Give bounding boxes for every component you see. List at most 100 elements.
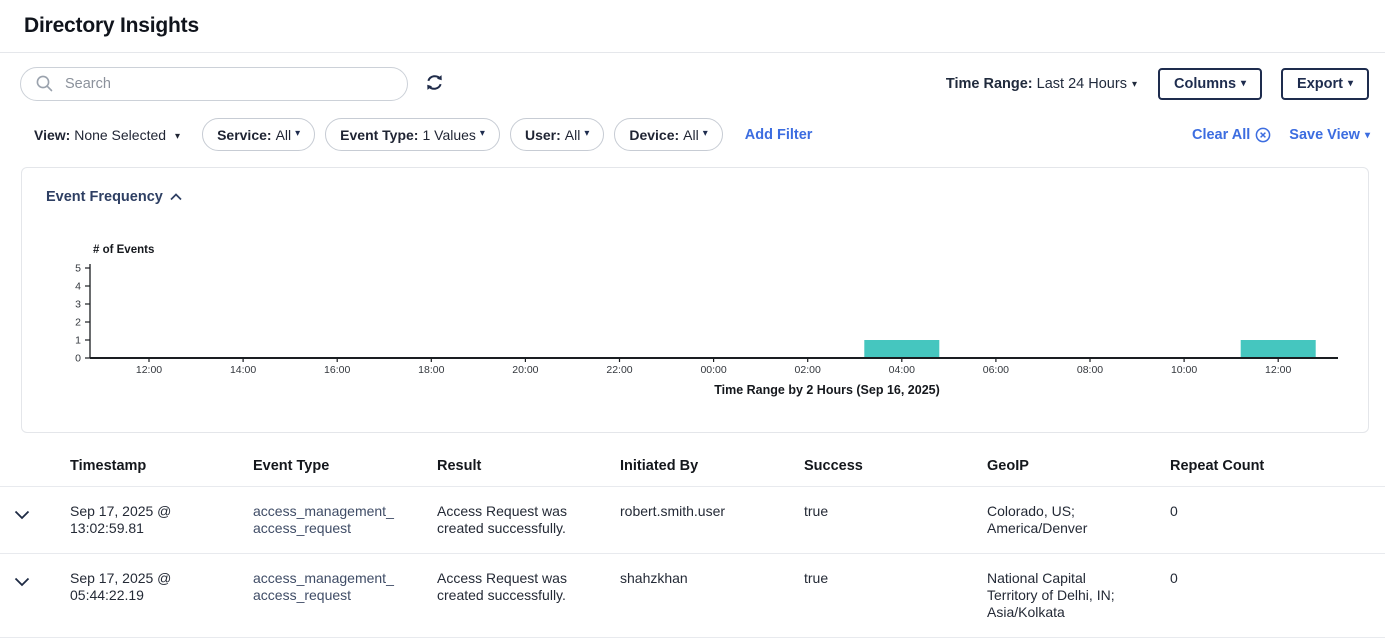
cell-result: Access Request was created successfully. [437,554,620,638]
svg-text:22:00: 22:00 [606,364,632,376]
circle-x-icon [1255,127,1271,143]
column-header-initiated-by: Initiated By [620,446,804,487]
svg-text:04:00: 04:00 [889,364,915,376]
filter-bar: View: None Selected▾ Service: All▾ Event… [0,101,1385,151]
save-view-label: Save View [1289,127,1360,143]
chevron-down-icon: ▾ [584,128,589,139]
column-header-success: Success [804,446,987,487]
svg-text:10:00: 10:00 [1171,364,1197,376]
filter-bar-right: Clear All Save View ▾ [1192,127,1370,143]
events-table: TimestampEvent TypeResultInitiated BySuc… [0,446,1385,638]
filter-pill-device[interactable]: Device: All▾ [614,118,722,151]
event-frequency-panel: Event Frequency # of Events 0 1 2 3 4 5 12:00 1… [21,167,1369,433]
clear-all-label: Clear All [1192,127,1250,143]
table-header-row: TimestampEvent TypeResultInitiated BySuc… [0,446,1385,487]
cell-event-type: access_management_ access_request [253,487,437,554]
toolbar: Time Range: Last 24 Hours▾ Columns▾ Expo… [0,53,1385,101]
cell-repeat-count: 0 [1170,487,1385,554]
chevron-down-icon: ▾ [1365,130,1370,141]
svg-text:5: 5 [75,263,81,275]
time-range-label: Time Range: [946,76,1033,92]
svg-text:18:00: 18:00 [418,364,444,376]
svg-text:16:00: 16:00 [324,364,350,376]
cell-repeat-count: 0 [1170,554,1385,638]
chevron-down-icon: ▾ [703,128,708,139]
cell-event-type: access_management_ access_request [253,554,437,638]
chevron-up-icon [170,193,182,201]
svg-text:02:00: 02:00 [795,364,821,376]
refresh-button[interactable] [421,69,448,99]
cell-geoip: Colorado, US; America/Denver [987,487,1170,554]
svg-text:1: 1 [75,335,81,347]
chevron-down-icon: ▾ [175,131,180,142]
column-header-event-type: Event Type [253,446,437,487]
column-header-result: Result [437,446,620,487]
save-view-dropdown[interactable]: Save View ▾ [1289,127,1370,143]
time-range-value: Last 24 Hours [1037,76,1127,92]
chart-y-axis-label: # of Events [93,244,154,256]
row-expand-chevron-icon[interactable] [14,510,30,520]
search-input[interactable] [20,67,408,101]
cell-initiated-by: shahzkhan [620,554,804,638]
columns-button[interactable]: Columns▾ [1158,68,1262,100]
view-value: None Selected [74,127,166,143]
add-filter-link[interactable]: Add Filter [745,127,813,143]
table-row: Sep 17, 2025 @ 05:44:22.19access_managem… [0,554,1385,638]
chevron-down-icon: ▾ [295,128,300,139]
event-frequency-title: Event Frequency [46,189,163,205]
svg-text:0: 0 [75,353,81,365]
svg-text:08:00: 08:00 [1077,364,1103,376]
svg-text:2: 2 [75,317,81,329]
table-row: Sep 17, 2025 @ 13:02:59.81access_managem… [0,487,1385,554]
filter-pill-label: Event Type: [340,127,418,143]
column-header-repeat-count: Repeat Count [1170,446,1385,487]
svg-text:4: 4 [75,281,81,293]
svg-text:3: 3 [75,299,81,311]
view-label: View: [34,127,70,143]
cell-timestamp: Sep 17, 2025 @ 13:02:59.81 [70,487,253,554]
filter-pill-value: 1 Values [422,127,475,143]
filter-pill-event-type[interactable]: Event Type: 1 Values▾ [325,118,500,151]
svg-text:12:00: 12:00 [136,364,162,376]
cell-success: true [804,554,987,638]
column-header-geoip: GeoIP [987,446,1170,487]
time-range-dropdown[interactable]: Time Range: Last 24 Hours ▾ [946,76,1137,92]
export-button[interactable]: Export ▾ [1281,68,1369,100]
filter-pill-label: Service: [217,127,271,143]
toolbar-right: Time Range: Last 24 Hours▾ Columns▾ Expo… [946,68,1369,100]
cell-timestamp: Sep 17, 2025 @ 05:44:22.19 [70,554,253,638]
svg-text:20:00: 20:00 [512,364,538,376]
refresh-icon [425,73,444,95]
filter-pill-value: All [565,127,581,143]
cell-initiated-by: robert.smith.user [620,487,804,554]
cell-geoip: National Capital Territory of Delhi, IN;… [987,554,1170,638]
svg-text:00:00: 00:00 [700,364,726,376]
page-title: Directory Insights [24,14,199,38]
clear-all-link[interactable]: Clear All [1192,127,1271,143]
columns-button-label: Columns [1174,76,1236,92]
filter-pill-service[interactable]: Service: All▾ [202,118,315,151]
event-frequency-toggle[interactable]: Event Frequency [46,189,182,205]
bar-12:00[interactable] [1241,340,1316,358]
filter-pill-user[interactable]: User: All▾ [510,118,604,151]
cell-success: true [804,487,987,554]
filter-pill-label: Device: [629,127,679,143]
svg-text:12:00: 12:00 [1265,364,1291,376]
view-select-dropdown[interactable]: View: None Selected ▾ [34,127,180,143]
search-icon [35,74,54,98]
column-header-timestamp: Timestamp [70,446,253,487]
event-frequency-chart: 0 1 2 3 4 5 12:00 14:00 16:00 18:00 20:00 22:00 00:0… [22,259,1368,409]
filter-pill-label: User: [525,127,561,143]
svg-text:14:00: 14:00 [230,364,256,376]
page-header: Directory Insights [0,0,1385,53]
row-expand-chevron-icon[interactable] [14,577,30,587]
bar-04:00[interactable] [864,340,939,358]
chart-x-axis-label: Time Range by 2 Hours (Sep 16, 2025) [714,383,940,397]
search-wrap [20,67,408,101]
chevron-down-icon: ▾ [1132,79,1137,90]
chevron-down-icon: ▾ [1348,78,1353,89]
svg-text:06:00: 06:00 [983,364,1009,376]
filter-pill-value: All [276,127,292,143]
cell-result: Access Request was created successfully. [437,487,620,554]
export-button-label: Export [1297,76,1343,92]
